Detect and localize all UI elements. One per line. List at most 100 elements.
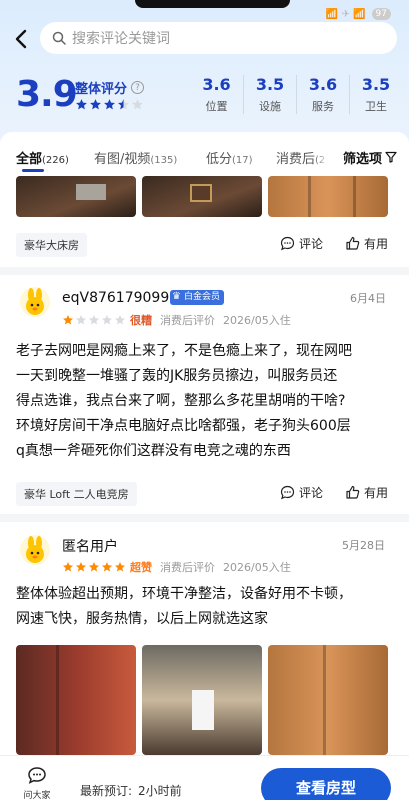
review-stars xyxy=(62,314,126,326)
thumbs-up-icon xyxy=(346,485,360,499)
chevron-left-icon xyxy=(15,29,27,49)
filter-icon xyxy=(385,151,397,163)
sub-score-service: 3.6 服务 xyxy=(296,75,349,114)
bottom-bar: 问大家 最新预订: 2小时前 查看房型 xyxy=(0,755,409,800)
star-icon xyxy=(76,315,86,325)
review-meta: 消费后评价 xyxy=(160,561,215,574)
review-text-line: 得点选谁，我点台来了啊，整那么多花里胡哨的干啥? xyxy=(16,393,346,409)
review-text-line: 整体体验超出预期，环境干净整洁，设备好用不卡顿， xyxy=(16,586,352,602)
sub-score-label: 服务 xyxy=(312,100,334,113)
like-button[interactable]: 有用 xyxy=(345,484,388,501)
sub-score-value: 3.5 xyxy=(255,75,285,94)
comment-label: 评论 xyxy=(299,486,324,500)
photo-detail xyxy=(192,690,214,730)
back-button[interactable] xyxy=(10,28,32,50)
review-text: 老子去网吧是网瘾上来了，不是色瘾上来了，现在网吧 一天到晚整一堆骚了轰的JK服务… xyxy=(16,339,396,464)
star-icon xyxy=(63,315,73,325)
avatar[interactable] xyxy=(20,535,50,565)
tab-count: (135) xyxy=(150,155,178,166)
sub-score-label: 位置 xyxy=(205,100,228,113)
sub-score-value: 3.6 xyxy=(202,75,231,94)
review-date: 6月4日 xyxy=(350,292,386,305)
photo-detail xyxy=(56,645,59,755)
review-photo[interactable] xyxy=(268,645,388,755)
tab-label: 消费后 xyxy=(276,152,316,167)
tab-label: 有图/视频 xyxy=(94,152,151,167)
review-date: 5月28日 xyxy=(342,539,385,552)
sub-score-value: 3.5 xyxy=(361,75,391,94)
tab-photo-video[interactable]: 有图/视频(135) xyxy=(94,148,177,167)
review-tabs: 全部(226) 有图/视频(135) 低分(17) 消费后(2 筛选项 xyxy=(0,132,409,176)
username[interactable]: 匿名用户 xyxy=(62,536,118,556)
search-icon xyxy=(52,31,66,45)
review-text-line: 环境好房间干净点电脑好点比啥都强，老子狗头600层 xyxy=(16,418,351,434)
review-text: 整体体验超出预期，环境干净整洁，设备好用不卡顿， 网速飞快，服务热情，以后上网就… xyxy=(16,582,396,632)
overall-score-label: 整体评分 ? xyxy=(75,78,145,97)
room-type-tag[interactable]: 豪华 Loft 二人电竞房 xyxy=(16,482,137,506)
star-icon xyxy=(132,99,143,110)
review-text-line: 一天到晚整一堆骚了轰的JK服务员擦边，叫服务员还 xyxy=(16,368,338,384)
review-meta: 消费后评价 xyxy=(160,314,215,327)
comment-icon xyxy=(280,236,295,251)
tab-after-purchase[interactable]: 消费后(2 xyxy=(276,148,325,167)
overall-stars xyxy=(75,98,144,111)
tab-count: (2 xyxy=(315,155,326,166)
help-icon[interactable]: ? xyxy=(131,81,145,94)
reviews-panel: 全部(226) 有图/视频(135) 低分(17) 消费后(2 筛选项 豪华大床… xyxy=(0,132,409,800)
review-text-line: 网速飞快，服务热情，以后上网就选这家 xyxy=(16,611,268,627)
star-icon xyxy=(102,562,112,572)
ask-button[interactable]: 问大家 xyxy=(20,766,54,800)
comment-button[interactable]: 评论 xyxy=(280,235,323,252)
status-bar: 📶 ✈ 📶 97 xyxy=(0,0,409,22)
review-text-line: 老子去网吧是网瘾上来了，不是色瘾上来了，现在网吧 xyxy=(16,343,352,359)
sub-score-label: 设施 xyxy=(259,100,281,113)
header: 📶 ✈ 📶 97 搜索评论关键词 3.9 整体评分 ? 3.6 位置 3.5 设… xyxy=(0,0,409,135)
star-icon xyxy=(118,99,129,110)
review-photo[interactable] xyxy=(142,645,262,755)
tab-low-score[interactable]: 低分(17) xyxy=(206,148,253,167)
tab-all[interactable]: 全部(226) xyxy=(16,148,69,167)
view-rooms-button[interactable]: 查看房型 xyxy=(261,768,391,800)
latest-booking-label: 最新预订: xyxy=(80,784,133,798)
overall-label-text: 整体评分 xyxy=(75,82,128,97)
tab-count: (17) xyxy=(232,155,253,166)
filter-button[interactable]: 筛选项 xyxy=(330,142,409,172)
filter-label: 筛选项 xyxy=(342,151,382,167)
star-icon xyxy=(89,562,99,572)
ask-label: 问大家 xyxy=(23,791,51,800)
like-button[interactable]: 有用 xyxy=(345,235,388,252)
photo-detail xyxy=(323,645,326,755)
sub-score-hygiene: 3.5 卫生 xyxy=(349,75,402,114)
review-photo[interactable] xyxy=(16,176,136,217)
sub-score-facilities: 3.5 设施 xyxy=(243,75,296,114)
star-icon xyxy=(115,315,125,325)
chat-bubble-icon xyxy=(28,767,46,784)
tab-count: (226) xyxy=(42,155,69,166)
photo-detail xyxy=(353,176,356,217)
star-icon xyxy=(102,315,112,325)
status-icons: 📶 ✈ 📶 97 xyxy=(326,8,391,20)
battery-indicator: 97 xyxy=(371,8,391,20)
crown-icon: ♛ xyxy=(172,291,181,302)
photo-detail xyxy=(76,184,106,200)
like-label: 有用 xyxy=(364,237,389,251)
photo-detail xyxy=(190,184,212,203)
signal-icons: 📶 ✈ 📶 xyxy=(325,8,366,20)
comment-button[interactable]: 评论 xyxy=(280,484,323,501)
stay-date: 2026/05入住 xyxy=(223,561,291,574)
tab-label: 低分 xyxy=(206,152,233,167)
review-photo[interactable] xyxy=(268,176,388,217)
review-photo[interactable] xyxy=(142,176,262,217)
photo-detail xyxy=(308,176,311,217)
search-input[interactable]: 搜索评论关键词 xyxy=(40,22,397,54)
mascot-avatar-icon xyxy=(26,288,44,315)
star-icon xyxy=(90,99,101,110)
review-text-line: q真想一斧砸死你们这群没有电竞之魂的东西 xyxy=(16,443,291,459)
room-type-tag[interactable]: 豪华大床房 xyxy=(16,233,87,257)
rating-word: 超赞 xyxy=(130,561,152,574)
username[interactable]: eqV876179099 xyxy=(62,290,169,306)
member-badge-label: 白金会员 xyxy=(184,292,221,302)
avatar[interactable] xyxy=(20,287,50,317)
mascot-avatar-icon xyxy=(26,536,44,563)
review-photo[interactable] xyxy=(16,645,136,755)
